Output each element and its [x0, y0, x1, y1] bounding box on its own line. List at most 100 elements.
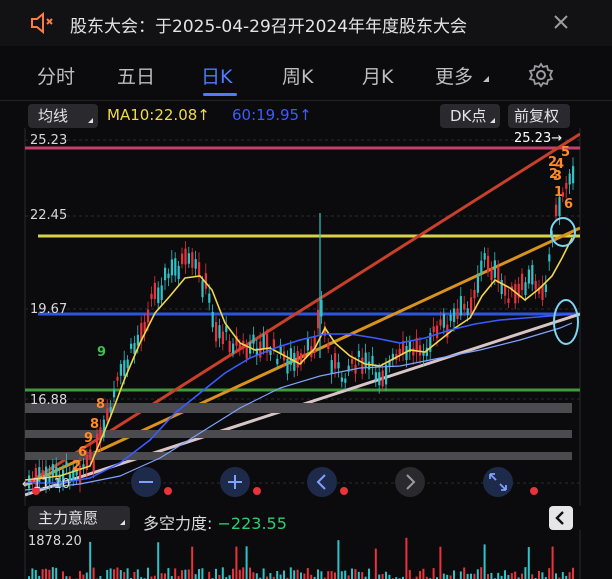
adjust-button[interactable]: 前复权 [508, 104, 570, 128]
volume-bar [55, 567, 58, 579]
candle-body [351, 359, 354, 364]
volume-bar [442, 573, 445, 579]
volume-bar [334, 572, 336, 579]
volume-bar [551, 546, 554, 579]
volume-bar [405, 537, 408, 579]
more-dropdown-icon[interactable] [483, 76, 489, 82]
volume-bar [194, 574, 197, 579]
candle-body [548, 254, 551, 262]
low-price-marker: ←11.10 [22, 477, 71, 492]
volume-bar [473, 573, 476, 579]
candle-body [119, 364, 122, 376]
tab-divider [0, 100, 612, 101]
scroll-left-button[interactable] [307, 467, 337, 497]
candle-body [51, 464, 54, 477]
volume-bar [184, 569, 187, 579]
volume-bar [221, 567, 224, 579]
volume-bar [303, 573, 306, 579]
volume-bar [568, 572, 571, 579]
scroll-right-button[interactable] [395, 467, 425, 497]
close-icon[interactable] [550, 11, 572, 33]
candle-body [439, 319, 442, 326]
fullscreen-button[interactable] [483, 467, 513, 497]
candle-body [123, 360, 126, 377]
candle-body [334, 353, 337, 369]
volume-bar [283, 570, 285, 579]
indicator-select[interactable]: 均线 [28, 104, 98, 128]
candle-body [534, 280, 537, 290]
candle-body [157, 287, 160, 304]
volume-bars [28, 537, 574, 579]
dk-select-label: DK点 [450, 107, 487, 125]
candle-body [272, 339, 275, 348]
volume-bar [388, 574, 391, 579]
candle-body [385, 364, 388, 385]
volume-bar [340, 571, 343, 579]
volume-bar [470, 573, 472, 579]
candle-body [113, 389, 116, 398]
volume-bar [89, 541, 92, 579]
volume-bar [524, 567, 527, 579]
volume-bar [48, 569, 51, 579]
candle-body [221, 331, 224, 345]
signal-number: 2 [549, 167, 558, 182]
volume-bar [164, 573, 166, 579]
volume-bar [507, 575, 510, 579]
candle-body [487, 255, 490, 273]
candle-body [500, 280, 503, 294]
price-label-high: 25.23 [30, 133, 67, 148]
candle-body [201, 280, 204, 298]
collapse-button[interactable] [549, 506, 573, 530]
volume-bar [62, 571, 64, 579]
volume-bar [201, 568, 204, 579]
tab-intraday[interactable]: 分时 [37, 62, 75, 89]
candle-body [289, 348, 292, 365]
tab-monthly-k[interactable]: 月K [362, 62, 393, 89]
candle-body [340, 377, 343, 382]
notice-bar[interactable]: 股东大会：于2025-04-29召开2024年年度股东大会 [0, 0, 612, 46]
tab-five-day[interactable]: 五日 [117, 62, 155, 89]
notice-text[interactable]: 股东大会：于2025-04-29召开2024年年度股东大会 [70, 12, 467, 37]
gear-icon[interactable] [528, 62, 554, 88]
candle-body [368, 361, 371, 370]
volume-bar [157, 542, 160, 579]
volume-bar [31, 568, 34, 579]
kline-chart[interactable]: 9 8 8 9 6 2 2 5 3 4 2 1 6 25.23 22.45 19… [0, 128, 612, 506]
candle-body [357, 350, 360, 357]
ma60-value: 60:19.95↑ [232, 106, 312, 124]
volume-bar [160, 573, 163, 579]
candle-body [153, 282, 156, 299]
candle-body [232, 343, 235, 354]
volume-bar [174, 568, 177, 579]
volume-bar [255, 573, 258, 579]
tab-daily-k[interactable]: 日K [201, 62, 232, 89]
indicator-dot [530, 487, 538, 495]
dropdown-icon [120, 520, 125, 525]
candle-body [130, 343, 133, 349]
volume-bar [561, 572, 564, 579]
candle-body [164, 267, 167, 281]
sub-indicator-select-label: 主力意愿 [38, 509, 99, 527]
volume-bar [483, 544, 486, 579]
volume-bar [82, 574, 85, 579]
sub-indicator-select[interactable]: 主力意愿 [28, 506, 130, 530]
volume-max-label: 1878.20 [28, 534, 82, 549]
volume-bar [306, 567, 309, 579]
volume-bar [466, 573, 469, 579]
volume-bar [218, 574, 221, 579]
volume-bar [385, 571, 387, 579]
candle-body [412, 348, 415, 356]
candle-body [181, 253, 184, 265]
candle-body [194, 259, 197, 269]
dk-point-select[interactable]: DK点 [440, 104, 500, 128]
volume-bar [228, 575, 231, 579]
volume-bar [548, 568, 551, 579]
candle-body [276, 358, 279, 365]
indicator-dot [340, 487, 348, 495]
tab-weekly-k[interactable]: 周K [282, 62, 313, 89]
candle-body [432, 326, 435, 333]
ma10-value: MA10:22.08↑ [107, 106, 210, 124]
candle-body [317, 309, 320, 329]
tab-more[interactable]: 更多 [435, 62, 473, 89]
candle-body [208, 293, 211, 303]
